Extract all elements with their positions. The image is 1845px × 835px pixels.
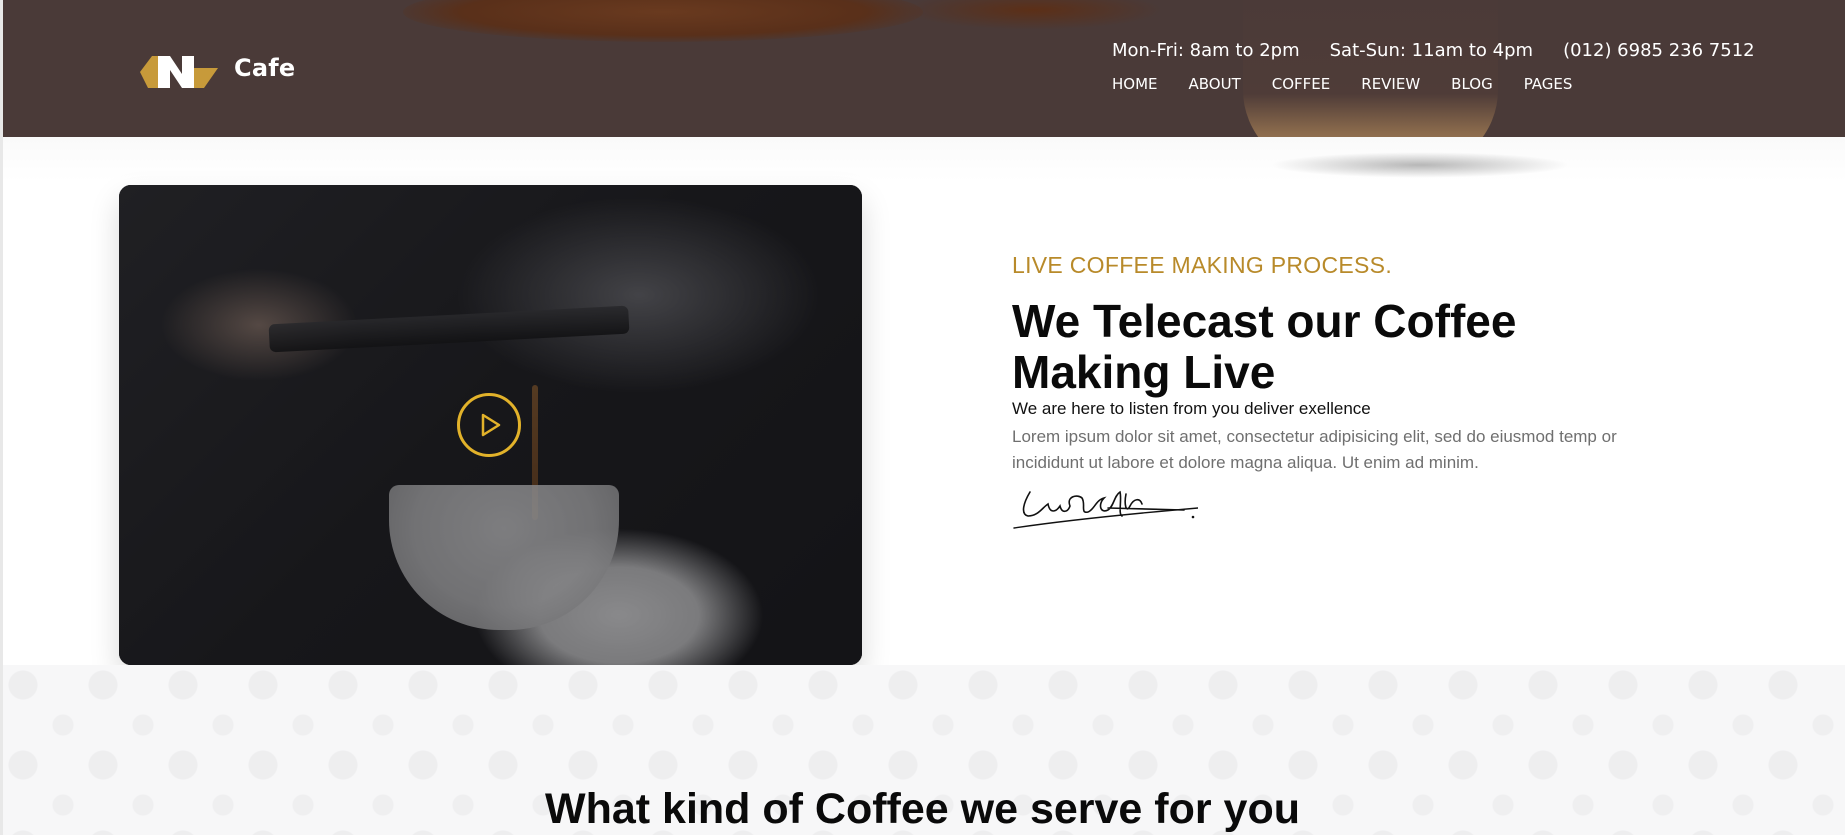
section-eyebrow: LIVE COFFEE MAKING PROCESS.: [1012, 252, 1393, 278]
nav-about[interactable]: ABOUT: [1189, 75, 1241, 93]
hero-headline: We Telecast our Coffee Making Live: [1012, 295, 1517, 398]
play-icon: [481, 413, 501, 437]
header-coffee-cup-image: [1243, 0, 1498, 137]
phone-number[interactable]: (012) 6985 236 7512: [1563, 40, 1755, 61]
logo-icon: [140, 56, 218, 88]
brand-name: Cafe: [234, 54, 296, 82]
header-brush-decoration: [403, 0, 923, 42]
signature-image: [1013, 490, 1198, 529]
site-logo[interactable]: Cafe: [140, 48, 295, 88]
site-header: Cafe Mon-Fri: 8am to 2pm Sat-Sun: 11am t…: [3, 0, 1845, 137]
nav-home[interactable]: HOME: [1112, 75, 1158, 93]
header-brush-decoration-2: [903, 0, 1163, 30]
nav-pages[interactable]: PAGES: [1524, 75, 1573, 93]
contact-hours: Mon-Fri: 8am to 2pm Sat-Sun: 11am to 4pm…: [1112, 40, 1755, 61]
weekend-hours: Sat-Sun: 11am to 4pm: [1329, 40, 1534, 61]
live-video-card[interactable]: [119, 185, 862, 665]
hero-subline: We are here to listen from you deliver e…: [1012, 399, 1371, 418]
nav-blog[interactable]: BLOG: [1451, 75, 1493, 93]
main-nav: HOME ABOUT COFFEE REVIEW BLOG PAGES: [1112, 75, 1572, 93]
hero-body-text: Lorem ipsum dolor sit amet, consectetur …: [1012, 427, 1617, 472]
cup-shadow: [1270, 152, 1570, 178]
nav-review[interactable]: REVIEW: [1361, 75, 1420, 93]
services-title: What kind of Coffee we serve for you: [545, 785, 1300, 833]
weekday-hours: Mon-Fri: 8am to 2pm: [1112, 40, 1300, 61]
play-button[interactable]: [457, 393, 521, 457]
nav-coffee[interactable]: COFFEE: [1272, 75, 1331, 93]
